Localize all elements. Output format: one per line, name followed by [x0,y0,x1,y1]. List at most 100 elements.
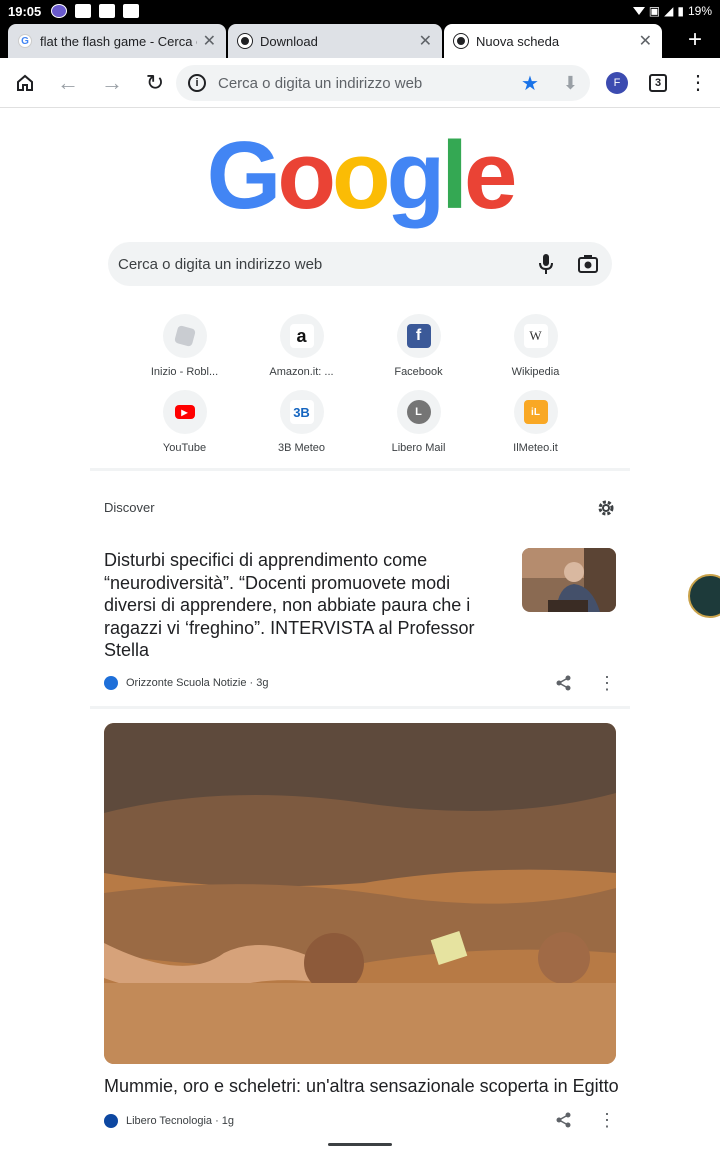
shortcut-wikipedia[interactable]: W Wikipedia [477,314,594,378]
chrome-icon [454,34,468,48]
gear-icon[interactable] [596,498,616,518]
battery-level: 19% [687,4,712,18]
shortcut-label: Wikipedia [511,366,560,378]
logo-letter: o [331,122,391,229]
chrome-new-tab-page: 19:05 ▣ ◢ ▮ 19% G flat the flash game - … [0,0,720,1152]
shortcut-3b-meteo[interactable]: 3B 3B Meteo [243,390,360,454]
menu-kebab-icon[interactable]: ⋮ [688,72,708,94]
shortcut-label: YouTube [162,442,207,454]
search-input[interactable]: Cerca o digita un indirizzo web [118,256,532,273]
tab-label: flat the flash game - Cerca co [40,33,197,49]
roblox-icon [162,314,207,358]
youtube-icon: ▶ [162,390,207,434]
new-tab-button[interactable]: + [688,26,702,54]
ilmeteo-icon: iL [513,390,558,434]
tab-switcher-button[interactable]: 3 [649,74,667,92]
lens-camera-icon[interactable] [574,250,602,278]
notification-icons [51,4,140,18]
shortcut-label: Facebook [394,366,443,378]
amazon-icon: a [279,314,324,358]
download-icon[interactable]: ⬇ [563,73,578,94]
shortcut-amazon[interactable]: a Amazon.it: ... [243,314,360,378]
battery-icon: ▮ [677,4,684,18]
tab-strip: G flat the flash game - Cerca co ✕ Downl… [0,22,720,58]
article-source: Orizzonte Scuola Notizie · 3g [104,676,268,690]
video-camera-icon [75,4,92,18]
divider [90,468,630,471]
shortcut-libero-mail[interactable]: L Libero Mail [360,390,477,454]
article-source: Libero Tecnologia · 1g [104,1114,234,1128]
google-logo: Google [0,126,720,226]
logo-letter: e [463,122,517,229]
cast-icon: ▣ [648,4,661,18]
shortcut-label: Amazon.it: ... [269,366,334,378]
shortcut-tiles: Inizio - Robl... a Amazon.it: ... f Face… [126,314,594,458]
source-text: Libero Tecnologia · 1g [126,1115,235,1127]
shortcut-facebook[interactable]: f Facebook [360,314,477,378]
home-icon [17,74,33,91]
logo-letter: l [441,122,468,229]
system-icons: ▣ ◢ ▮ 19% [632,4,712,18]
tab-search-results[interactable]: G flat the flash game - Cerca co ✕ [8,24,226,58]
shortcut-label: Libero Mail [391,442,446,454]
article-thumbnail[interactable] [522,548,616,612]
logo-letter: g [386,122,446,229]
google-g-icon: G [18,34,32,48]
profile-avatar[interactable]: F [606,72,628,94]
calendar-icon [123,4,140,18]
wikipedia-icon: W [513,314,558,358]
close-icon[interactable]: ✕ [639,31,652,51]
shortcut-ilmeteo[interactable]: iL IlMeteo.it [477,390,594,454]
facebook-icon: f [396,314,441,358]
app-notification-icon [51,4,68,18]
reload-icon: ↻ [145,70,165,95]
microphone-icon[interactable] [532,250,560,278]
article-title[interactable]: Mummie, oro e scheletri: un'altra sensaz… [104,1076,619,1097]
wifi-icon [632,7,645,15]
tab-download[interactable]: Download ✕ [228,24,442,58]
share-icon[interactable] [554,673,574,693]
info-icon[interactable]: i [188,74,206,92]
share-icon[interactable] [554,1110,574,1130]
discover-heading: Discover [104,500,155,515]
floating-bubble[interactable] [688,574,720,618]
status-bar: 19:05 ▣ ◢ ▮ 19% [0,0,720,22]
gesture-nav-handle[interactable] [328,1143,392,1146]
omnibox[interactable]: i Cerca o digita un indirizzo web ★ ⬇ [176,65,590,101]
source-text: Orizzonte Scuola Notizie · 3g [126,677,269,689]
orizzonte-scuola-icon [104,676,118,690]
bookmark-star-icon[interactable]: ★ [521,71,539,96]
back-button[interactable]: ← [55,70,81,96]
tab-new-tab[interactable]: Nuova scheda ✕ [444,24,662,58]
search-box[interactable]: Cerca o digita un indirizzo web [108,242,612,286]
shortcut-label: Inizio - Robl... [150,366,219,378]
shortcut-label: 3B Meteo [277,442,326,454]
tab-label: Download [260,33,318,49]
libero-icon [104,1114,118,1128]
arrow-right-icon: → [101,70,123,95]
shortcut-youtube[interactable]: ▶ YouTube [126,390,243,454]
divider [90,706,630,709]
close-icon[interactable]: ✕ [203,31,216,51]
omnibox-text[interactable]: Cerca o digita un indirizzo web [218,75,521,92]
3b-meteo-icon: 3B [279,390,324,434]
more-options-icon[interactable]: ⋮ [597,1110,617,1130]
signal-icon: ◢ [664,4,674,18]
reload-button[interactable]: ↻ [142,70,168,96]
logo-letter: G [206,122,282,229]
article-title[interactable]: Disturbi specifici di apprendimento come… [104,549,504,662]
shortcut-label: IlMeteo.it [513,442,558,454]
logo-letter: o [277,122,336,229]
news-icon [99,4,116,18]
libero-mail-icon: L [396,390,441,434]
arrow-left-icon: ← [57,70,79,95]
more-options-icon[interactable]: ⋮ [597,673,617,693]
close-icon[interactable]: ✕ [419,31,432,51]
shortcut-roblox[interactable]: Inizio - Robl... [126,314,243,378]
forward-button[interactable]: → [99,70,125,96]
tab-label: Nuova scheda [476,33,560,49]
status-time: 19:05 [8,3,42,19]
article-hero-image[interactable] [104,723,616,1064]
chrome-icon [238,34,252,48]
home-button[interactable] [12,70,38,96]
